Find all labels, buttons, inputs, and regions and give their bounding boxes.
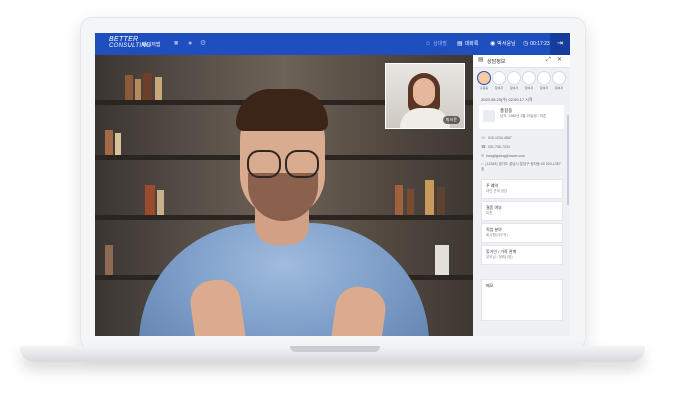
self-view-face — [413, 78, 435, 106]
contact-text: (12345) 경기도 성남시 분당구 정자동 00 000-1357호 — [481, 162, 561, 171]
book — [425, 180, 434, 215]
info-card-marital: 결혼 여부 미혼 — [481, 201, 563, 221]
participant-list: 홍길동 참여자 참여자 참여자 참여자 참여자 — [477, 71, 569, 95]
contact-tel: ☎ 031-735-7234 — [481, 144, 510, 149]
client-info: 남자, 1985년 3월 29일생 / 미혼 — [500, 114, 547, 118]
client-profile-card: 홍길동 남자, 1985년 3월 29일생 / 미혼 — [479, 105, 564, 129]
book — [407, 189, 414, 215]
mail-icon: ✉ — [481, 153, 485, 158]
book — [435, 245, 449, 275]
avatar — [492, 71, 506, 85]
timer-value: 00:17:23 — [530, 41, 550, 47]
avatar — [522, 71, 536, 85]
topbar-item-transcript[interactable]: ▤ 대화록 — [457, 40, 478, 47]
info-card-reservation: 주 예약 대인 관계 상담 — [481, 179, 563, 199]
top-bar: BETTER CONSULTING 매니저앱 ■ ● ⚙ ☺ 상대방 ▤ 대화록 ◉… — [95, 33, 570, 55]
book — [135, 79, 141, 100]
book — [125, 75, 133, 100]
contact-text: hongilgdong@naver.com — [486, 154, 526, 158]
microphone-icon[interactable]: ● — [188, 40, 192, 47]
book — [155, 77, 162, 100]
participant-name: 참여자 — [539, 86, 549, 90]
contact-text: 010-1234-4567 — [488, 136, 512, 140]
book — [145, 185, 155, 215]
person-icon: ☺ — [425, 41, 432, 47]
participant-item[interactable]: 참여자 — [522, 71, 536, 90]
participant-name: 참여자 — [554, 86, 564, 90]
client-avatar — [483, 110, 495, 122]
book — [157, 190, 164, 215]
topbar-item-timer: ◷ 00:17:23 — [523, 40, 550, 47]
avatar — [477, 71, 491, 85]
info-card-title: 메모 — [486, 283, 494, 288]
phone-icon: ☏ — [481, 135, 487, 140]
settings-icon[interactable]: ⚙ — [200, 40, 206, 47]
participant-item[interactable]: 참여자 — [507, 71, 521, 90]
brand-text: 매니저앱 — [142, 42, 161, 48]
document-icon: ▤ — [478, 57, 484, 63]
camera-icon[interactable]: ■ — [174, 40, 178, 47]
participant-item[interactable]: 참여자 — [537, 71, 551, 90]
participant-name: 참여자 — [494, 86, 504, 90]
contact-email: ✉ hongilgdong@naver.com — [481, 153, 525, 158]
info-card-family: 동거인 / 가족 관계 부모님 / 형제(1명) — [481, 245, 563, 265]
topbar-item-label: 대화록 — [464, 41, 479, 47]
participant-item[interactable]: 홍길동 — [477, 71, 491, 90]
avatar — [537, 71, 551, 85]
session-start-time: 2023.08.23(수) 02:00:17 시작 — [481, 97, 533, 102]
topbar-item-user[interactable]: ◉ 박서윤님 — [490, 40, 516, 47]
book — [395, 185, 403, 215]
panel-scrollbar[interactable] — [567, 115, 569, 205]
glasses-lens-right — [285, 150, 319, 178]
book — [437, 187, 445, 215]
tel-icon: ☎ — [481, 144, 486, 149]
user-circle-icon: ◉ — [490, 41, 496, 47]
self-view-video[interactable]: 박서윤 — [385, 63, 465, 129]
info-card-value: 부모님 / 형제(1명) — [486, 255, 513, 259]
info-card-memo[interactable]: 메모 — [481, 279, 563, 321]
exit-button[interactable]: ⇥ — [550, 33, 570, 55]
participant-name: 홍길동 — [479, 86, 489, 90]
info-card-value: 대인 관계 상담 — [486, 189, 508, 193]
info-card-value: 미혼 — [486, 211, 493, 215]
glasses-lens-left — [247, 150, 281, 178]
book — [105, 245, 113, 275]
participant-item[interactable]: 참여자 — [552, 71, 566, 90]
home-icon: ⌂ — [481, 161, 484, 166]
popout-icon[interactable]: ⤢ — [546, 57, 551, 64]
topbar-item-label: 상대방 — [433, 41, 447, 47]
main-video: 박서윤 — [95, 55, 473, 336]
document-icon: ▤ — [457, 41, 463, 47]
info-card-value: 회사원(사무직) — [486, 233, 508, 237]
exit-icon: ⇥ — [557, 40, 563, 47]
book — [115, 133, 121, 155]
avatar — [507, 71, 521, 85]
participant-name: 참여자 — [509, 86, 519, 90]
presenter-hair — [236, 89, 328, 131]
topbar-item-counterpart[interactable]: ☺ 상대방 — [425, 40, 447, 47]
close-icon[interactable]: ✕ — [557, 57, 562, 64]
contact-address: ⌂ (12345) 경기도 성남시 분당구 정자동 00 000-1357호 — [481, 161, 563, 171]
contact-phone: ☏ 010-1234-4567 — [481, 135, 512, 140]
topbar-item-label: 박서윤님 — [497, 41, 516, 47]
contact-text: 031-735-7234 — [487, 145, 510, 149]
avatar — [552, 71, 566, 85]
info-card-job: 직업 분야 회사원(사무직) — [481, 223, 563, 243]
consultation-panel: ▤ 상담정보 ⤢ ✕ 홍길동 참여자 참여자 참여자 참여자 참여자 2023.… — [473, 55, 570, 336]
participant-item[interactable]: 참여자 — [492, 71, 506, 90]
book — [143, 73, 152, 100]
clock-icon: ◷ — [523, 41, 529, 47]
self-view-label: 박서윤 — [442, 116, 460, 124]
panel-title: 상담정보 — [487, 59, 506, 65]
book — [105, 130, 113, 155]
app-screen: BETTER CONSULTING 매니저앱 ■ ● ⚙ ☺ 상대방 ▤ 대화록 ◉… — [95, 33, 570, 336]
logo-line1: BETTER — [109, 36, 139, 43]
participant-name: 참여자 — [524, 86, 534, 90]
panel-header: ▤ 상담정보 ⤢ ✕ — [473, 55, 570, 68]
laptop-notch — [290, 346, 380, 352]
